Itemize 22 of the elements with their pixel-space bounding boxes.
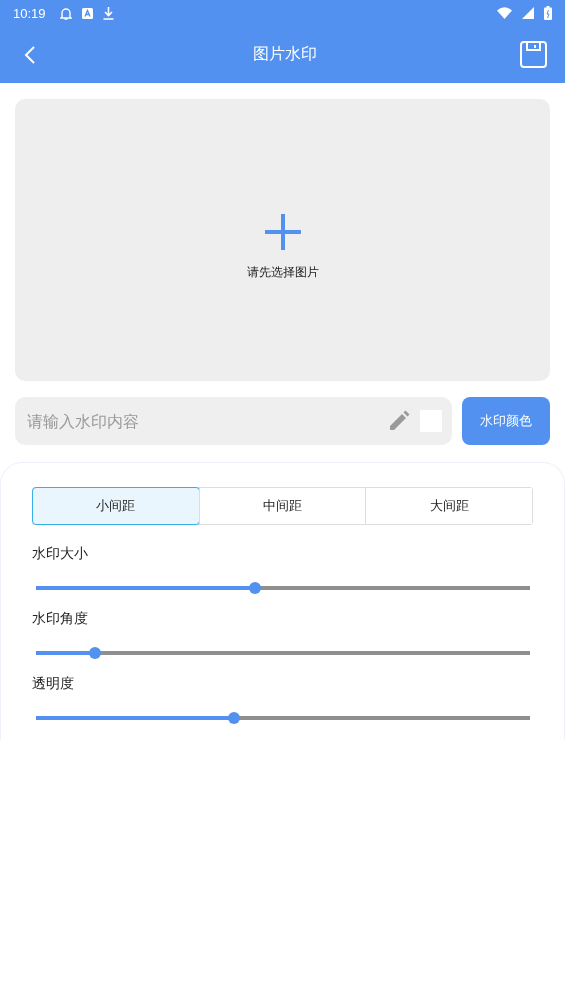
status-time: 10:19 <box>13 5 46 21</box>
wifi-icon <box>497 7 512 19</box>
plus-icon <box>264 214 301 250</box>
image-picker[interactable]: 请先选择图片 <box>15 99 550 381</box>
slider-thumb[interactable] <box>227 712 240 724</box>
save-button[interactable] <box>518 39 549 70</box>
watermark-input[interactable]: 请输入水印内容 <box>15 397 452 445</box>
spacing-tab[interactable]: 大间距 <box>365 488 532 524</box>
slider-label: 透明度 <box>32 675 75 693</box>
slider-thumb[interactable] <box>89 647 102 659</box>
watermark-text-field[interactable]: 请输入水印内容 <box>25 410 378 432</box>
slider-label: 水印大小 <box>32 545 89 563</box>
pencil-icon <box>388 410 410 432</box>
slider-label: 水印角度 <box>32 610 89 628</box>
battery-icon <box>544 6 552 20</box>
page-title: 图片水印 <box>253 44 317 65</box>
signal-icon <box>522 7 534 19</box>
notification-bell-icon <box>59 6 72 20</box>
download-icon <box>102 6 114 20</box>
spacing-tab[interactable]: 小间距 <box>33 488 199 524</box>
app-notification-icon <box>81 7 93 19</box>
slider-thumb[interactable] <box>249 582 262 594</box>
